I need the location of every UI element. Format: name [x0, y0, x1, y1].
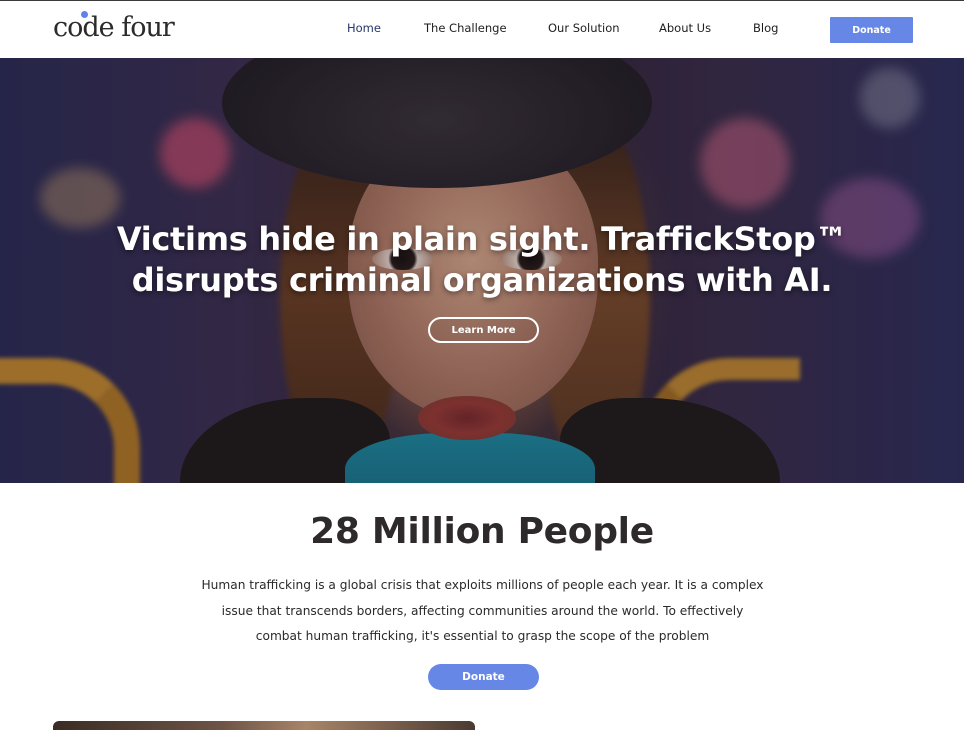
nav-about-us[interactable]: About Us: [659, 21, 711, 39]
nav-the-challenge[interactable]: The Challenge: [424, 21, 507, 39]
stats-description-line3: combat human trafficking, it's essential…: [255, 629, 710, 643]
stats-title: 28 Million People: [310, 511, 654, 552]
section-image: [53, 721, 475, 730]
logo[interactable]: code four: [53, 10, 175, 44]
nav-blog[interactable]: Blog: [753, 21, 778, 39]
hero-headline: Victims hide in plain sight. TraffickSto…: [100, 219, 864, 301]
stats-donate-button[interactable]: Donate: [428, 664, 539, 690]
hero-headline-line2: disrupts criminal organizations with AI.: [131, 261, 833, 299]
stats-description: Human trafficking is a global crisis tha…: [190, 573, 775, 650]
stats-description-line2: issue that transcends borders, affecting…: [221, 603, 744, 618]
site-header: code four Home The Challenge Our Solutio…: [0, 1, 964, 58]
learn-more-button[interactable]: Learn More: [428, 317, 539, 343]
nav-our-solution[interactable]: Our Solution: [548, 21, 620, 39]
nav-home[interactable]: Home: [347, 21, 381, 39]
header-donate-button[interactable]: Donate: [830, 17, 913, 43]
stats-description-line1: Human trafficking is a global crisis tha…: [201, 578, 764, 592]
logo-dot-icon: [81, 11, 88, 18]
logo-text: code four: [53, 11, 175, 43]
hero-banner: Victims hide in plain sight. TraffickSto…: [0, 58, 964, 483]
hero-headline-line1: Victims hide in plain sight. TraffickSto…: [116, 220, 848, 258]
